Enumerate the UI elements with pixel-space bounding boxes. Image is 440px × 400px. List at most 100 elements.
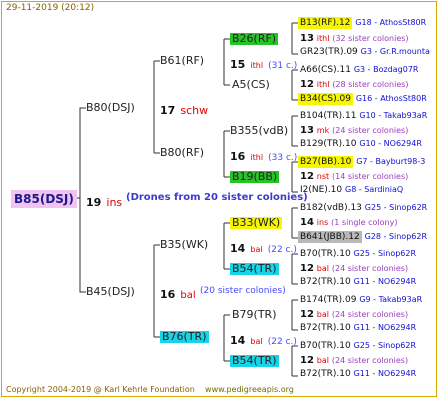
row-i2-ne[interactable]: I2(NE).10 G8 - SardiniaQ: [300, 186, 403, 195]
gen3-b33-wk[interactable]: B33(WK): [230, 216, 283, 229]
row-b641-jbb[interactable]: B641(JBB).12 G28 - Sinop62R: [298, 231, 427, 243]
row-b72-tr-a[interactable]: B72(TR).10 G11 - NO6294R: [300, 278, 416, 287]
row-note: (24 sister colonies): [331, 264, 409, 273]
row-num: 12: [300, 263, 314, 274]
row-i2-label: I2(NE).10: [300, 185, 343, 195]
row-b34-label: B34(CS).09: [298, 93, 353, 105]
row-b174-tr[interactable]: B174(TR).09 G9 - Takab93aR: [300, 296, 422, 305]
gen2-b80-note: (33 c.): [268, 153, 298, 163]
gen3-b355-vdb[interactable]: B355(vdB): [230, 125, 288, 136]
row-a66-label: A66(CS).11: [300, 65, 351, 75]
gen1-b45-dsj[interactable]: B45(DSJ): [86, 286, 135, 297]
row-gr23-label: GR23(TR).09: [300, 47, 358, 57]
row-note: (24 sister colonies): [331, 310, 409, 319]
gen2-b76-label: B76(TR): [160, 330, 209, 343]
row-b129-label: B129(TR).10: [300, 139, 357, 149]
gen1-b45-gen-num: 16: [160, 288, 176, 301]
row-gen-bal-24-c: 12 bal (24 sister colonies): [300, 356, 408, 366]
gen2-b61-note: (31 c.): [268, 61, 298, 71]
row-b70-tr-a[interactable]: B70(TR).10 G25 - Sinop62R: [300, 250, 416, 259]
row-b129-tr[interactable]: B129(TR).10 G10 - NO6294R: [300, 140, 422, 149]
row-b104-label: B104(TR).11: [300, 111, 357, 121]
gen1-b45-gen-abbr: bal: [180, 290, 196, 301]
row-b72-tr-b[interactable]: B72(TR).10 G11 - NO6294R: [300, 324, 416, 333]
row-gen-ins-1: 14 ins (1 single colony): [300, 218, 397, 228]
gen2-b61-rf[interactable]: B61(RF): [160, 55, 204, 66]
row-b13-rf[interactable]: B13(RF).12 G18 - AthosSt80R: [298, 17, 426, 29]
root-gen-num: 19: [86, 196, 102, 209]
gen2-b61-generation: 15 ithl (31 c.): [230, 55, 297, 71]
gen2-b35-gen-num: 14: [230, 242, 246, 255]
gen2-b35-gen-abbr: bal: [250, 245, 263, 254]
row-note: (24 sister colonies): [332, 126, 409, 135]
row-a66-cs[interactable]: A66(CS).11 G3 - Bozdag07R: [300, 66, 418, 75]
row-gr23-tr[interactable]: GR23(TR).09 G3 - Gr.R.mounta: [300, 48, 430, 57]
root-queen-label: B85(DSJ): [11, 190, 77, 208]
row-b70-code: G25 - Sinop62R: [353, 341, 417, 350]
row-b641-code: G28 - Sinop62R: [364, 232, 428, 241]
row-b70-tr-b[interactable]: B70(TR).10 G25 - Sinop62R: [300, 342, 416, 351]
root-queen[interactable]: B85(DSJ): [11, 190, 77, 208]
row-b72-code: G11 - NO6294R: [353, 369, 417, 378]
row-gen-bal-24-b: 12 bal (24 sister colonies): [300, 310, 408, 320]
row-b27-bb[interactable]: B27(BB).10 G7 - Bayburt98-3: [298, 156, 425, 168]
row-num: 12: [300, 355, 314, 366]
row-b72-label: B72(TR).10: [300, 369, 351, 379]
row-abbr: bal: [316, 356, 329, 365]
row-note: (14 sister colonies): [332, 172, 409, 181]
row-abbr: ins: [316, 218, 329, 227]
row-b641-label: B641(JBB).12: [298, 231, 362, 243]
gen2-b61-gen-num: 15: [230, 58, 246, 71]
gen3-b26-label: B26(RF): [230, 32, 279, 45]
gen3-b54-tr-b[interactable]: B54(TR): [230, 355, 279, 367]
row-note: (24 sister colonies): [331, 356, 409, 365]
row-b174-code: G9 - Takab93aR: [359, 295, 423, 304]
gen1-b80-dsj[interactable]: B80(DSJ): [86, 102, 135, 113]
row-abbr: ithl: [316, 80, 330, 89]
gen2-b80-rf[interactable]: B80(RF): [160, 147, 204, 158]
footer: Copyright 2004-2019 @ Karl Kehrle Founda…: [6, 386, 294, 394]
gen3-b54-b-label: B54(TR): [230, 354, 279, 367]
row-b104-tr[interactable]: B104(TR).11 G10 - Takab93aR: [300, 112, 427, 121]
row-b27-code: G7 - Bayburt98-3: [356, 157, 426, 166]
gen2-b61-gen-abbr: ithl: [250, 61, 264, 70]
row-abbr: ithl: [316, 34, 330, 43]
row-num: 13: [300, 33, 314, 44]
row-a66-code: G3 - Bozdag07R: [353, 65, 419, 74]
gen3-b26-rf[interactable]: B26(RF): [230, 32, 279, 45]
row-b72-tr-c[interactable]: B72(TR).10 G11 - NO6294R: [300, 370, 416, 379]
gen2-b35-wk[interactable]: B35(WK): [160, 239, 208, 250]
gen2-b80-generation: 16 ithl (33 c.): [230, 147, 297, 163]
gen3-b33-label: B33(WK): [230, 216, 283, 229]
row-b104-code: G10 - Takab93aR: [359, 111, 428, 120]
row-abbr: bal: [316, 264, 329, 273]
root-drones-note: (Drones from 20 sister colonies): [126, 192, 308, 203]
gen3-b19-bb[interactable]: B19(BB): [230, 171, 280, 183]
row-b13-label: B13(RF).12: [298, 17, 353, 29]
row-abbr: nst: [316, 172, 330, 181]
gen3-b54-tr-a[interactable]: B54(TR): [230, 263, 279, 275]
row-gen-nst-14: 12 nst (14 sister colonies): [300, 172, 408, 182]
gen3-b79-tr[interactable]: B79(TR): [232, 309, 277, 320]
row-b72-label: B72(TR).10: [300, 323, 351, 333]
row-b34-cs[interactable]: B34(CS).09 G16 - AthosSt80R: [298, 93, 427, 105]
row-note: (28 sister colonies): [332, 80, 409, 89]
row-b182-vdb[interactable]: B182(vdB).13 G25 - Sinop62R: [300, 204, 427, 213]
row-num: 14: [300, 217, 314, 228]
row-b70-code: G25 - Sinop62R: [353, 249, 417, 258]
row-b72-code: G11 - NO6294R: [353, 323, 417, 332]
row-gen-bal-24-a: 12 bal (24 sister colonies): [300, 264, 408, 274]
gen1-b45-note: (20 sister colonies): [200, 286, 286, 296]
footer-site-link[interactable]: www.pedigreeapis.org: [205, 385, 294, 394]
gen2-b80-gen-abbr: ithl: [250, 153, 264, 162]
row-b174-label: B174(TR).09: [300, 295, 357, 305]
gen1-b80-gen-abbr: schw: [180, 104, 209, 117]
gen1-b80-generation: 17 schw: [160, 101, 208, 117]
row-abbr: mk: [316, 126, 330, 135]
gen3-a5-cs[interactable]: A5(CS): [232, 79, 270, 90]
row-gen-ithl-32: 13 ithl (32 sister colonies): [300, 34, 409, 44]
gen2-b76-note: (22 c.): [267, 337, 297, 347]
row-abbr: bal: [316, 310, 329, 319]
gen2-b76-tr[interactable]: B76(TR): [160, 331, 209, 343]
row-note: (1 single colony): [331, 218, 398, 227]
